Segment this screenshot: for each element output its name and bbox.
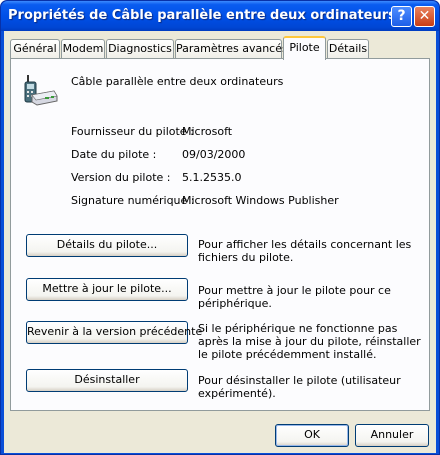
- uninstall-button[interactable]: Désinstaller: [26, 369, 188, 392]
- uninstall-description: Pour désinstaller le pilote (utilisateur…: [198, 374, 401, 400]
- driver-tab-panel: Câble parallèle entre deux ordinateurs F…: [10, 58, 430, 411]
- tab-diagnostics[interactable]: Diagnostics: [106, 39, 174, 58]
- tab-general[interactable]: Général: [10, 39, 60, 58]
- roll-back-driver-button[interactable]: Revenir à la version précédente: [26, 321, 202, 344]
- tab-modem[interactable]: Modem: [61, 39, 105, 58]
- roll-back-driver-description: Si le périphérique ne fonctionne pas apr…: [198, 322, 421, 361]
- tab-driver[interactable]: Pilote: [283, 36, 326, 60]
- driver-details-description: Pour afficher les détails concernant les…: [198, 238, 412, 264]
- driver-version-value: 5.1.2535.0: [182, 171, 242, 184]
- title-bar[interactable]: Propriétés de Câble parallèle entre deux…: [1, 1, 439, 31]
- driver-version-label: Version du pilote :: [71, 171, 171, 184]
- tab-advanced-settings[interactable]: Paramètres avancés: [175, 39, 288, 58]
- window-title: Propriétés de Câble parallèle entre deux…: [8, 8, 396, 23]
- close-button[interactable]: ✕: [414, 6, 435, 27]
- dialog-body: Général Modem Diagnostics Paramètres ava…: [4, 31, 436, 453]
- driver-date-value: 09/03/2000: [182, 148, 246, 161]
- properties-window: Propriétés de Câble parallèle entre deux…: [0, 0, 440, 455]
- driver-provider-value: Microsoft: [182, 125, 233, 138]
- tab-details[interactable]: Détails: [327, 39, 369, 58]
- update-driver-description: Pour mettre à jour le pilote pour ce pér…: [198, 284, 391, 310]
- digital-signature-label: Signature numérique :: [71, 194, 195, 207]
- help-button[interactable]: ?: [391, 6, 412, 27]
- update-driver-button[interactable]: Mettre à jour le pilote...: [26, 278, 188, 301]
- digital-signature-value: Microsoft Windows Publisher: [182, 194, 339, 207]
- cancel-button[interactable]: Annuler: [355, 424, 429, 447]
- device-name: Câble parallèle entre deux ordinateurs: [71, 75, 284, 88]
- driver-details-button[interactable]: Détails du pilote...: [26, 234, 188, 257]
- driver-provider-label: Fournisseur du pilote :: [71, 125, 194, 138]
- ok-button[interactable]: OK: [275, 424, 349, 447]
- driver-date-label: Date du pilote :: [71, 148, 157, 161]
- modem-phone-icon: [24, 74, 58, 108]
